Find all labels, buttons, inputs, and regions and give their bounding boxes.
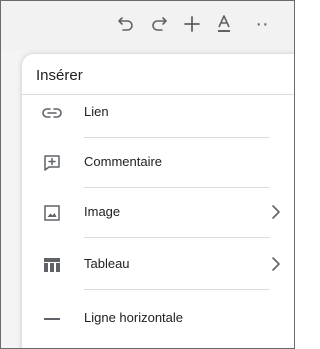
undo-icon xyxy=(118,17,133,31)
menu-item-label: Commentaire xyxy=(84,154,163,169)
menu-item-image[interactable]: Image xyxy=(22,188,294,238)
menu-item-label: Lien xyxy=(84,104,109,119)
app-frame: ·· Insérer Lien Commentaire Image Tablea… xyxy=(0,0,295,349)
image-icon xyxy=(41,203,63,223)
menu-item-label: Ligne horizontale xyxy=(84,310,184,325)
chevron-right-icon xyxy=(270,254,282,279)
menu-item-table[interactable]: Tableau xyxy=(22,240,294,290)
text-color-button[interactable] xyxy=(211,10,237,38)
insert-menu-sheet: Insérer Lien Commentaire Image Tableau L… xyxy=(22,54,294,348)
add-icon xyxy=(184,16,200,32)
redo-button[interactable] xyxy=(146,10,172,38)
menu-item-link[interactable]: Lien xyxy=(22,88,294,138)
text-color-icon xyxy=(218,15,230,32)
menu-item-horizontal-line[interactable]: Ligne horizontale xyxy=(22,294,294,344)
comment-icon xyxy=(41,153,63,173)
divider xyxy=(84,289,270,290)
table-icon xyxy=(41,255,63,275)
divider xyxy=(84,237,270,238)
more-button[interactable]: ·· xyxy=(249,10,275,38)
chevron-right-icon xyxy=(270,202,282,227)
redo-icon xyxy=(152,17,167,31)
toolbar: ·· xyxy=(1,1,294,51)
menu-item-comment[interactable]: Commentaire xyxy=(22,138,294,188)
more-icon: ·· xyxy=(255,12,269,35)
menu-item-label: Image xyxy=(84,204,121,219)
horizontal-line-icon xyxy=(41,309,63,329)
link-icon xyxy=(41,103,63,123)
undo-button[interactable] xyxy=(113,10,139,38)
insert-button[interactable] xyxy=(179,10,205,38)
menu-item-label: Tableau xyxy=(84,256,130,271)
menu-title: Insérer xyxy=(36,67,83,84)
